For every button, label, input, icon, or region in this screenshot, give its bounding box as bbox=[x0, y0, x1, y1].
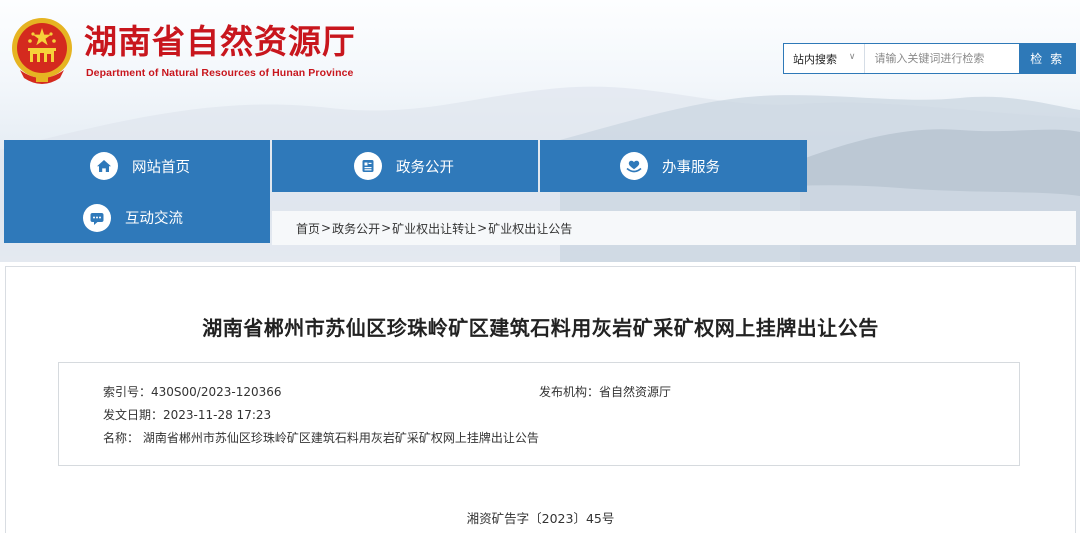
national-emblem bbox=[8, 14, 76, 90]
breadcrumb-home[interactable]: 首页 bbox=[296, 220, 320, 237]
chevron-down-icon: ∨ bbox=[848, 52, 856, 62]
nav-item-interaction[interactable]: 互动交流 bbox=[4, 192, 270, 243]
search-scope-label: 站内搜索 bbox=[793, 52, 837, 66]
heart-hand-icon bbox=[620, 152, 648, 180]
chat-bubble-icon bbox=[83, 203, 111, 232]
nav-item-label: 网站首页 bbox=[132, 159, 190, 176]
breadcrumb-separator: > bbox=[321, 221, 332, 235]
home-icon bbox=[90, 152, 118, 180]
document-icon bbox=[354, 152, 382, 180]
meta-index-number: 索引号：430S00/2023-120366 bbox=[103, 385, 282, 399]
article-title: 湖南省郴州市苏仙区珍珠岭矿区建筑石料用灰岩矿采矿权网上挂牌出让公告 bbox=[202, 316, 879, 340]
nav-item-label: 政务公开 bbox=[396, 159, 454, 176]
breadcrumb-government-affairs[interactable]: 政务公开 bbox=[332, 220, 380, 237]
nav-item-label: 互动交流 bbox=[125, 211, 183, 227]
breadcrumb-mining-rights-transfer[interactable]: 矿业权出让转让 bbox=[392, 220, 476, 237]
meta-name: 名称： 湖南省郴州市苏仙区珍珠岭矿区建筑石料用灰岩矿采矿权网上挂牌出让公告 bbox=[103, 431, 539, 445]
search-button[interactable]: 检 索 bbox=[1019, 44, 1075, 73]
search-input[interactable] bbox=[865, 44, 1020, 73]
nav-item-label: 办事服务 bbox=[662, 159, 720, 176]
nav-item-services[interactable]: 办事服务 bbox=[540, 140, 807, 192]
breadcrumb: 首页 > 政务公开 > 矿业权出让转让 > 矿业权出让公告 bbox=[272, 211, 1076, 245]
breadcrumb-current[interactable]: 矿业权出让公告 bbox=[488, 220, 572, 237]
nav-item-home[interactable]: 网站首页 bbox=[4, 140, 270, 192]
meta-publisher: 发布机构：省自然资源厅 bbox=[539, 385, 672, 399]
breadcrumb-separator: > bbox=[381, 221, 392, 235]
nav-item-government-affairs[interactable]: 政务公开 bbox=[272, 140, 538, 192]
meta-date: 发文日期：2023-11-28 17:23 bbox=[103, 408, 272, 422]
article-panel: 湖南省郴州市苏仙区珍珠岭矿区建筑石料用灰岩矿采矿权网上挂牌出让公告 索引号：43… bbox=[5, 266, 1076, 533]
site-title: 湖南省自然资源厅 bbox=[84, 22, 356, 61]
breadcrumb-separator: > bbox=[477, 221, 488, 235]
search-scope-select[interactable]: 站内搜索 ∨ bbox=[784, 44, 866, 73]
site-subtitle: Department of Natural Resources of Hunan… bbox=[86, 67, 354, 79]
article-meta-box: 索引号：430S00/2023-120366 发布机构：省自然资源厅 发文日期：… bbox=[58, 362, 1020, 466]
document-number: 湘资矿告字〔2023〕45号 bbox=[466, 511, 615, 526]
search-bar: 站内搜索 ∨ 检 索 bbox=[783, 43, 1076, 74]
